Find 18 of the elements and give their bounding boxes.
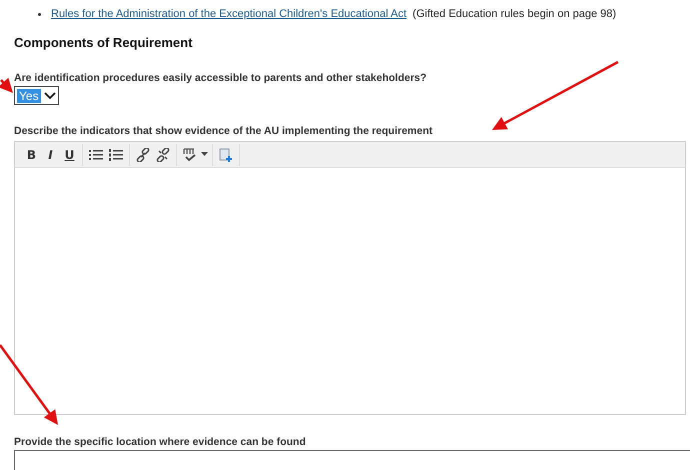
link-icon[interactable] [134,146,152,164]
annotation-arrow [0,78,13,93]
unlink-icon[interactable] [154,146,172,164]
caret-icon[interactable] [201,152,208,157]
format-button[interactable]: I [42,146,59,164]
question-label: Are identification procedures easily accessible to parents and other stakeholders? [14,72,428,84]
location-label: Provide the specific location where evidence can be found [14,436,307,448]
location-field[interactable] [14,450,690,470]
chevron-down-icon [44,92,56,100]
indicators-label: Describe the indicators that show evidence of the AU implementing the requirement [14,125,434,137]
format-button[interactable]: B [23,146,40,164]
rules-link[interactable]: Rules for the Administration of the Exceptional Children's Educational Act [51,8,407,20]
rich-text-editor[interactable]: B I U [14,141,686,415]
bullet-icon [38,12,41,16]
insert-document-icon[interactable] [217,146,235,164]
section-heading: Components of Requirement [14,35,194,50]
reference-note: (Gifted Education rules begin on page 98) [412,8,616,20]
format-button[interactable]: U [61,146,78,164]
